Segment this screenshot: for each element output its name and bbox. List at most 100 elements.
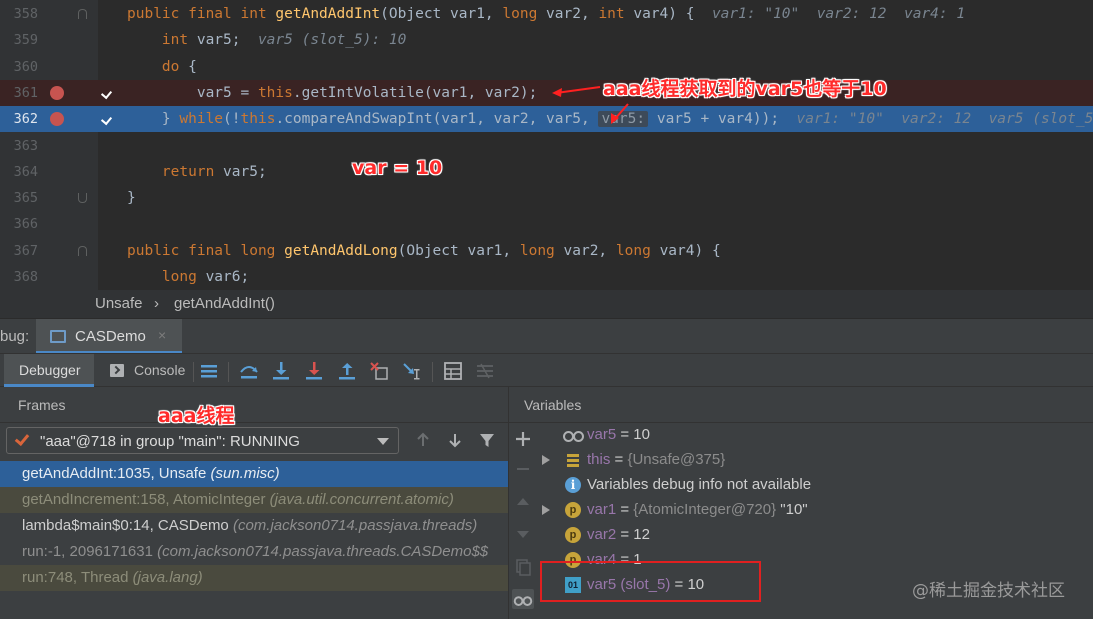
code-line-363[interactable]: 363 <box>0 133 1093 159</box>
code-line-366[interactable]: 366 <box>0 211 1093 237</box>
code-token: long <box>502 6 547 22</box>
variable-text: this = {Unsafe@375} <box>587 447 725 472</box>
tab-debugger[interactable]: Debugger <box>4 354 94 387</box>
frame-method: getAndIncrement:158, AtomicInteger <box>22 491 270 508</box>
variable-text: var1 = {AtomicInteger@720} "10" <box>587 497 808 522</box>
copy-icon[interactable] <box>513 557 533 577</box>
down-arrow-icon[interactable] <box>446 431 464 449</box>
line-number[interactable]: 366 <box>0 211 38 237</box>
layout-menu-icon[interactable] <box>198 360 220 382</box>
code-line-365[interactable]: 365} <box>0 185 1093 211</box>
code-token: do <box>127 58 189 75</box>
fold-marker-icon[interactable] <box>78 9 87 19</box>
line-number[interactable]: 360 <box>0 54 38 80</box>
session-tab-casdemo[interactable]: CASDemo × <box>36 319 182 354</box>
move-up-icon[interactable] <box>513 492 533 512</box>
thread-selector-value: "aaa"@718 in group "main": RUNNING <box>40 433 300 450</box>
code-token: long <box>127 269 206 285</box>
code-editor[interactable]: 358 public final int getAndAddInt(Object … <box>0 0 1093 290</box>
thread-running-check-icon <box>14 430 30 447</box>
code-token: var5 + var4)); <box>648 111 797 128</box>
drop-frame-icon[interactable] <box>368 360 390 382</box>
frame-method: lambda$main$0:14, CASDemo <box>22 517 233 534</box>
fold-marker-icon[interactable] <box>78 245 87 256</box>
code-token: int <box>127 32 197 49</box>
breakpoint-verified-check-icon <box>100 113 113 126</box>
code-text: public final long getAndAddLong(Object v… <box>127 238 721 264</box>
line-number[interactable]: 363 <box>0 133 38 159</box>
variable-text: var5 = 10 <box>587 422 650 447</box>
variable-row[interactable]: p var1 = {AtomicInteger@720} "10" <box>537 497 1093 522</box>
line-number[interactable]: 358 <box>0 1 38 27</box>
run-to-cursor-icon[interactable] <box>401 360 423 382</box>
code-line-367[interactable]: 367 public final long getAndAddLong(Objec… <box>0 238 1093 264</box>
code-text: } <box>127 185 136 211</box>
code-line-368[interactable]: 368 long var6; <box>0 264 1093 290</box>
code-line-358[interactable]: 358 public final int getAndAddInt(Object … <box>0 1 1093 27</box>
tab-debugger-label: Debugger <box>19 362 81 378</box>
breadcrumb-method[interactable]: getAndAddInt() <box>174 290 275 318</box>
add-watch-icon[interactable] <box>513 429 533 449</box>
line-number[interactable]: 365 <box>0 185 38 211</box>
variables-title: Variables <box>524 397 582 413</box>
variable-row[interactable]: p var2 = 12 <box>537 522 1093 547</box>
line-number[interactable]: 367 <box>0 238 38 264</box>
debug-window-header: bug: CASDemo × <box>0 318 1093 354</box>
breadcrumb-class[interactable]: Unsafe <box>95 290 143 318</box>
code-token: var5 = <box>127 84 258 101</box>
expand-arrow-icon[interactable] <box>542 505 550 515</box>
remove-watch-icon[interactable] <box>513 459 533 479</box>
step-into-icon[interactable] <box>270 360 292 382</box>
stack-frame[interactable]: run:-1, 2096171631 (com.jackson0714.pass… <box>0 539 508 565</box>
thread-selector[interactable]: "aaa"@718 in group "main": RUNNING <box>6 427 399 454</box>
filter-icon[interactable] <box>478 431 496 449</box>
trace-stream-icon[interactable] <box>474 360 496 382</box>
code-text: } while(!this.compareAndSwapInt(var1, va… <box>127 106 1093 132</box>
step-over-icon[interactable] <box>238 360 260 382</box>
line-number[interactable]: 368 <box>0 264 38 290</box>
line-number[interactable]: 362 <box>0 106 38 132</box>
move-down-icon[interactable] <box>513 524 533 544</box>
code-token: while <box>179 111 224 128</box>
frame-package: (com.jackson0714.passjava.threads) <box>232 517 478 534</box>
code-line-361[interactable]: 361 var5 = this.getIntVolatile(var1, var… <box>0 79 1093 106</box>
fold-marker-icon[interactable] <box>78 193 87 204</box>
variable-row[interactable]: this = {Unsafe@375} <box>537 447 1093 472</box>
breadcrumb-separator: › <box>154 295 159 312</box>
code-line-360[interactable]: 360 do { <box>0 54 1093 80</box>
show-watches-icon[interactable] <box>512 589 534 609</box>
breakpoint-icon[interactable] <box>50 85 113 100</box>
code-text: int var5; var5 (slot_5): 10 <box>127 27 406 53</box>
code-token: getAndAddLong <box>284 242 398 259</box>
code-line-362[interactable]: 362 } while(!this.compareAndSwapInt(var1… <box>0 106 1093 133</box>
code-line-359[interactable]: 359 int var5; var5 (slot_5): 10 <box>0 27 1093 53</box>
annotation-aaa-var5: aaa线程获取到的var5也等于10 <box>603 78 887 100</box>
close-icon[interactable]: × <box>158 327 166 343</box>
toolbar-divider <box>432 362 433 382</box>
variable-row[interactable]: i Variables debug info not available <box>537 472 1093 497</box>
up-arrow-icon[interactable] <box>414 431 432 449</box>
expand-arrow-icon[interactable] <box>542 455 550 465</box>
stack-frame[interactable]: lambda$main$0:14, CASDemo (com.jackson07… <box>0 513 508 539</box>
stack-frame[interactable]: run:748, Thread (java.lang) <box>0 565 508 591</box>
debug-toolbar: Debugger Console <box>0 353 1093 387</box>
tab-console[interactable]: Console <box>104 354 194 387</box>
variable-row[interactable]: var5 = 10 <box>537 422 1093 447</box>
code-token: var6; <box>205 269 250 285</box>
stack-frame[interactable]: getAndAddInt:1035, Unsafe (sun.misc) <box>0 461 508 487</box>
line-number[interactable]: 361 <box>0 80 38 106</box>
line-number[interactable]: 364 <box>0 159 38 185</box>
code-line-364[interactable]: 364 return var5; <box>0 159 1093 185</box>
step-out-icon[interactable] <box>336 360 358 382</box>
code-token: var5; <box>196 32 258 49</box>
code-token: } <box>127 190 136 207</box>
force-step-into-icon[interactable] <box>303 360 325 382</box>
line-number[interactable]: 359 <box>0 27 38 53</box>
frames-header: Frames <box>0 387 508 423</box>
stack-frame[interactable]: getAndIncrement:158, AtomicInteger (java… <box>0 487 508 513</box>
code-token: { <box>188 58 197 75</box>
evaluate-expression-icon[interactable] <box>442 360 464 382</box>
variable-name: var5 <box>587 426 617 443</box>
code-token: var4) { <box>633 6 712 22</box>
frames-title: Frames <box>18 397 66 413</box>
